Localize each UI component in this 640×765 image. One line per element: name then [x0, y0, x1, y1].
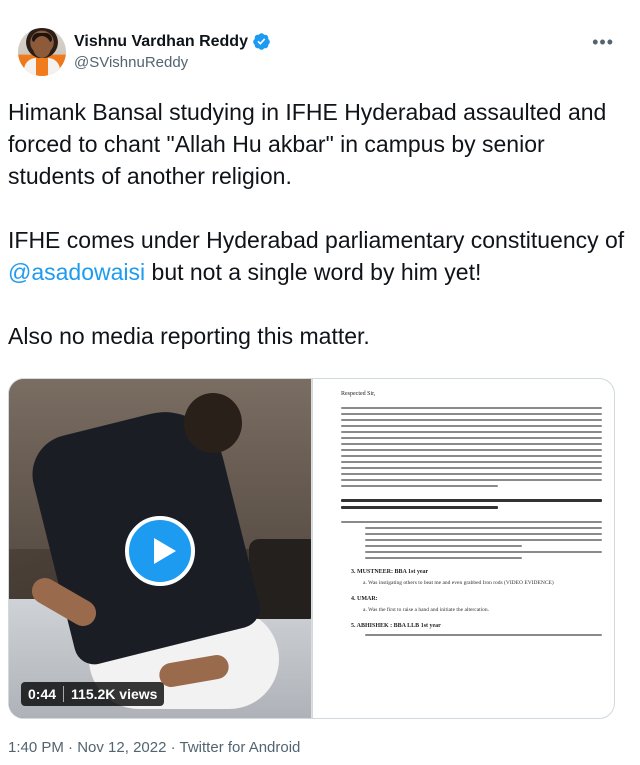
- avatar[interactable]: [18, 28, 66, 76]
- document-section-label: 4. UMAR:: [351, 596, 378, 602]
- tweet-date[interactable]: Nov 12, 2022: [77, 739, 166, 756]
- play-button[interactable]: [125, 516, 195, 586]
- document-text-line: [341, 437, 602, 439]
- tweet-text-segment: but not a single word by him yet!: [145, 259, 482, 285]
- tweet-source[interactable]: Twitter for Android: [180, 739, 301, 756]
- tweet-paragraph: Also no media reporting this matter.: [8, 323, 370, 349]
- tweet-text: Himank Bansal studying in IFHE Hyderabad…: [8, 96, 628, 384]
- document-text-line: [365, 533, 602, 535]
- play-icon: [154, 538, 176, 564]
- meta-separator: ·: [166, 739, 180, 756]
- document-text-line: [365, 539, 602, 541]
- tweet-card: Vishnu Vardhan Reddy @SVishnuReddy ••• H…: [0, 0, 640, 765]
- tweet-paragraph: IFHE comes under Hyderabad parliamentary…: [8, 224, 628, 288]
- tweet-timestamp[interactable]: 1:40 PM: [8, 739, 64, 756]
- document-section-text: a. Was the first to raise a hand and ini…: [363, 607, 490, 613]
- document-section-text: a. Was instigating others to beat me and…: [363, 580, 554, 586]
- video-player[interactable]: 0:44 115.2K views: [9, 379, 311, 718]
- meta-separator: ·: [63, 739, 78, 756]
- document-text-line: [341, 407, 602, 409]
- video-stats: 0:44 115.2K views: [21, 682, 165, 706]
- avatar-scarf: [36, 58, 48, 76]
- document-section-label: 3. MUSTNEER: BBA 1st year: [351, 569, 429, 575]
- author-handle[interactable]: @SVishnuReddy: [74, 54, 188, 71]
- document-text-line: [341, 473, 602, 475]
- document-text-line: [341, 467, 602, 469]
- document-gap: [341, 513, 602, 521]
- avatar-face: [33, 36, 51, 58]
- document-text-line: [341, 413, 602, 415]
- more-horizontal-icon[interactable]: •••: [592, 32, 614, 53]
- video-duration: 0:44: [28, 686, 57, 702]
- document-text-line: [341, 443, 602, 445]
- document-text-line: [341, 521, 602, 523]
- author-display-name[interactable]: Vishnu Vardhan Reddy: [74, 33, 248, 51]
- document-text-line: [365, 527, 602, 529]
- document-text-line: [341, 455, 602, 457]
- document-greeting: Respected Sir,: [341, 391, 376, 397]
- document-text-line: [341, 479, 602, 481]
- document-text-line: [341, 431, 602, 433]
- document-gap: [341, 491, 602, 499]
- verified-badge-icon: [253, 33, 270, 50]
- media-grid: 0:44 115.2K views Respected Sir, 3. MUST…: [8, 378, 615, 719]
- document-text-line: [341, 425, 602, 427]
- video-views: 115.2K views: [71, 686, 158, 702]
- document-text-line: [341, 485, 498, 487]
- tweet-paragraph: Himank Bansal studying in IFHE Hyderabad…: [8, 99, 607, 189]
- document-bold-line: [341, 499, 602, 502]
- video-frame-head: [184, 393, 242, 453]
- document-text-line: [341, 449, 602, 451]
- document-text-line: [341, 419, 602, 421]
- author-name-row[interactable]: Vishnu Vardhan Reddy: [74, 32, 271, 51]
- tweet-meta: 1:40 PM · Nov 12, 2022 · Twitter for And…: [8, 739, 300, 756]
- document-text-line: [341, 461, 602, 463]
- document-section-label: 5. ABHISHEK : BBA LLB 1st year: [351, 623, 441, 629]
- tweet-text-segment: IFHE comes under Hyderabad parliamentary…: [8, 227, 625, 253]
- document-text-line: [365, 634, 602, 636]
- document-text-line: [365, 551, 602, 553]
- document-text-line: [365, 545, 522, 547]
- document-bold-line: [341, 506, 498, 509]
- document-image[interactable]: Respected Sir, 3. MUSTNEER: BBA 1st year…: [312, 379, 614, 718]
- document-text-line: [365, 557, 522, 559]
- mention-link[interactable]: @asadowaisi: [8, 259, 145, 285]
